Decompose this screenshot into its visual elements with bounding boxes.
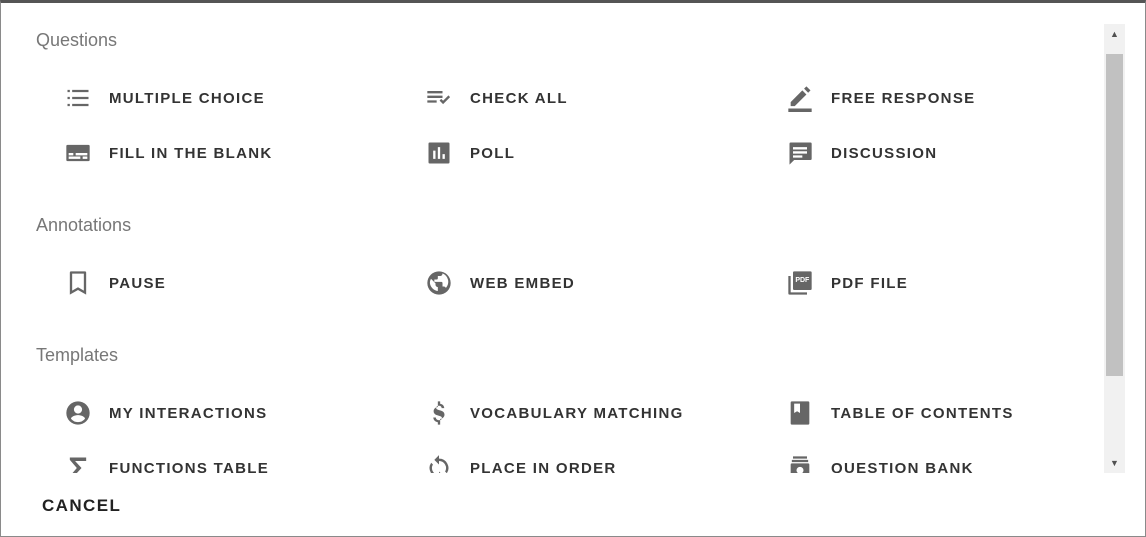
item-label: PLACE IN ORDER (470, 459, 617, 474)
subtitles-icon (63, 138, 93, 168)
item-label: MY INTERACTIONS (109, 404, 268, 422)
bank-icon (785, 453, 815, 473)
list-icon (63, 83, 93, 113)
chat-icon (785, 138, 815, 168)
globe-icon (424, 268, 454, 298)
item-label: WEB EMBED (470, 274, 576, 292)
item-label: PAUSE (109, 274, 167, 292)
item-label: FUNCTIONS TABLE (109, 459, 270, 474)
section-title-questions: Questions (36, 30, 118, 50)
section-title-annotations: Annotations (36, 215, 132, 235)
sigma-icon (63, 453, 93, 473)
book-icon (785, 398, 815, 428)
interaction-list[interactable]: Questions MULTIPLE CHOICE CHECK ALL FREE… (0, 3, 1104, 473)
item-pause[interactable]: PAUSE (63, 268, 166, 298)
item-label: TABLE OF CONTENTS (831, 404, 1014, 422)
bookmark-icon (63, 268, 93, 298)
item-label: POLL (470, 144, 516, 162)
vertical-scrollbar[interactable]: ▲ ▼ (1104, 24, 1125, 473)
playlist-check-icon (424, 83, 454, 113)
item-table-of-contents[interactable]: TABLE OF CONTENTS (785, 398, 1014, 428)
item-label: DISCUSSION (831, 144, 938, 162)
item-question-bank[interactable]: QUESTION BANK (785, 453, 974, 473)
section-title-templates: Templates (36, 345, 119, 365)
item-poll[interactable]: POLL (424, 138, 515, 168)
item-check-all[interactable]: CHECK ALL (424, 83, 568, 113)
item-label: FREE RESPONSE (831, 89, 976, 107)
item-label: VOCABULARY MATCHING (470, 404, 684, 422)
sync-icon (424, 453, 454, 473)
item-vocabulary-matching[interactable]: VOCABULARY MATCHING (424, 398, 684, 428)
item-label: FILL IN THE BLANK (109, 144, 273, 162)
item-place-in-order[interactable]: PLACE IN ORDER (424, 453, 617, 473)
account-circle-icon (63, 398, 93, 428)
item-label: PDF FILE (831, 274, 909, 292)
item-my-interactions[interactable]: MY INTERACTIONS (63, 398, 267, 428)
item-label: QUESTION BANK (831, 459, 974, 474)
scroll-down-icon[interactable]: ▼ (1104, 453, 1125, 473)
cancel-button[interactable]: CANCEL (30, 490, 133, 522)
scroll-up-icon[interactable]: ▲ (1104, 24, 1125, 44)
item-functions-table[interactable]: FUNCTIONS TABLE (63, 453, 269, 473)
bar-chart-icon (424, 138, 454, 168)
item-discussion[interactable]: DISCUSSION (785, 138, 937, 168)
item-multiple-choice[interactable]: MULTIPLE CHOICE (63, 83, 265, 113)
item-fill-in-the-blank[interactable]: FILL IN THE BLANK (63, 138, 272, 168)
pdf-icon: PDF (785, 268, 815, 298)
item-free-response[interactable]: FREE RESPONSE (785, 83, 975, 113)
item-pdf-file[interactable]: PDF PDF FILE (785, 268, 908, 298)
dollar-icon (424, 398, 454, 428)
item-label: MULTIPLE CHOICE (109, 89, 265, 107)
svg-text:PDF: PDF (795, 277, 810, 284)
item-web-embed[interactable]: WEB EMBED (424, 268, 575, 298)
scroll-thumb[interactable] (1106, 54, 1123, 376)
item-label: CHECK ALL (470, 89, 568, 107)
pencil-icon (785, 83, 815, 113)
